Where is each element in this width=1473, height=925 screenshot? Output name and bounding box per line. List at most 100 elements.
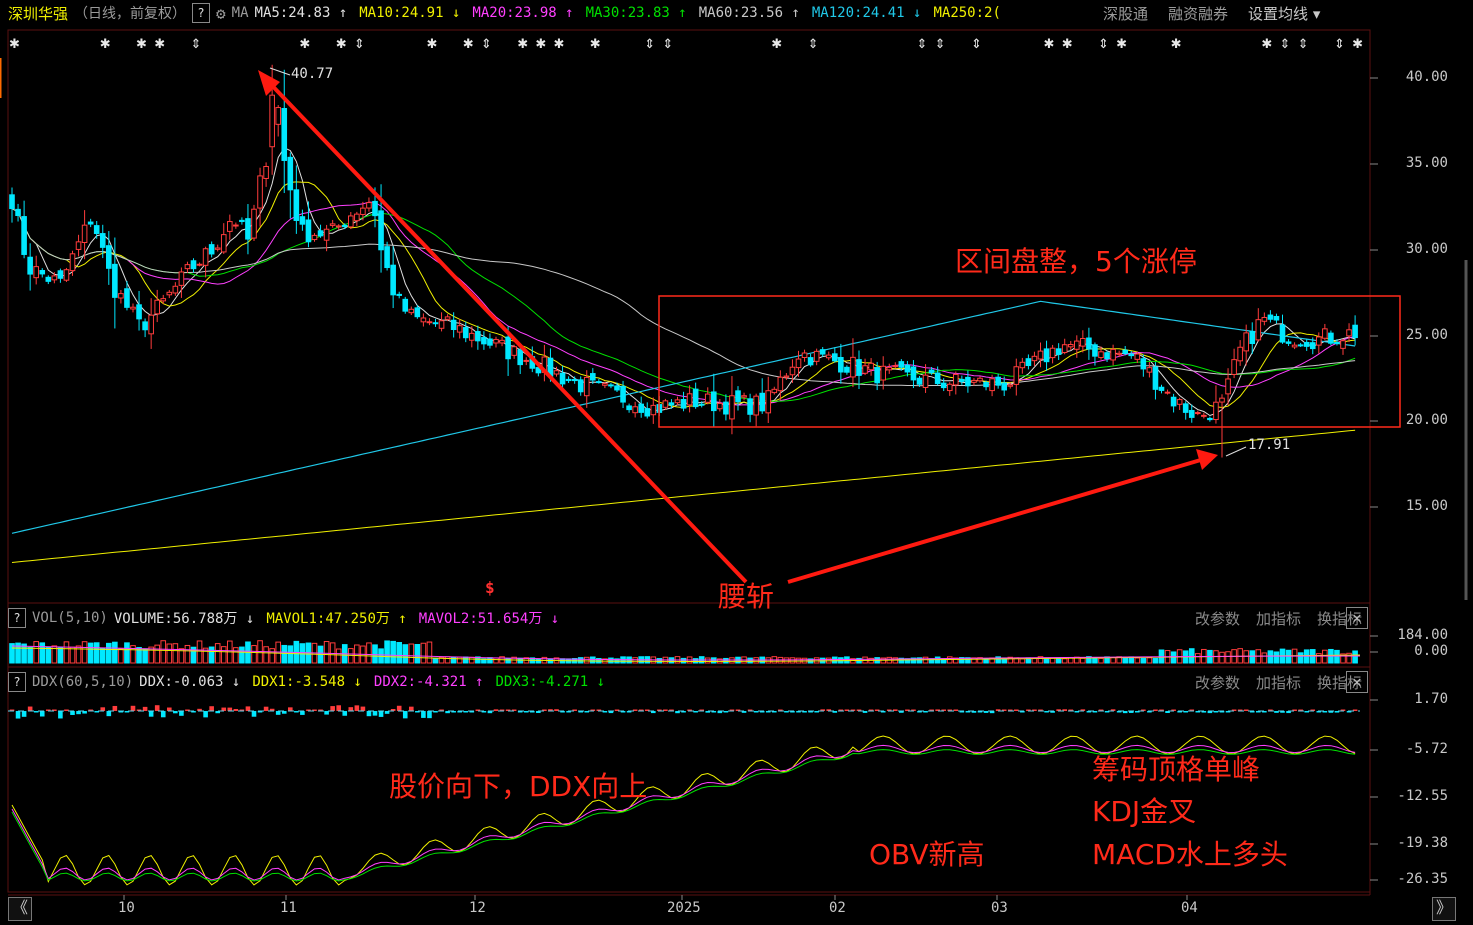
candle-down [1328, 332, 1334, 344]
candle-up [311, 234, 318, 241]
vol-value-0: VOLUME:56.788万 ↓ [113, 611, 255, 627]
x-tick-2025: 2025 [667, 900, 701, 916]
candle-up [971, 379, 977, 383]
ddx-close-icon[interactable]: ✕ [1346, 671, 1368, 693]
volume-bar [281, 644, 288, 664]
volume-bar [1061, 658, 1068, 664]
volume-bar [233, 647, 239, 664]
event-flag: ✱ [1062, 37, 1073, 52]
ddx-indicator-name[interactable]: DDX(60,5,10) [32, 674, 133, 690]
link-margin-trading[interactable]: 融资融券 [1168, 3, 1228, 24]
candle-down [93, 225, 100, 235]
candle-down [590, 373, 596, 381]
candle-down [1267, 314, 1274, 320]
candle-up [1237, 346, 1243, 362]
stock-name[interactable]: 深圳华强 [8, 3, 68, 24]
event-marker[interactable]: $ [485, 578, 495, 597]
candle-down [287, 156, 294, 191]
ddx-help-button[interactable]: ? [8, 672, 26, 692]
x-tick-apr: 04 [1181, 900, 1198, 916]
vol-add-indicator-button[interactable]: 加指标 [1256, 608, 1301, 629]
vol-help-button[interactable]: ? [8, 608, 26, 628]
vol-tools: 改参数 加指标 换指标 [1195, 605, 1362, 631]
ddx-bar [154, 705, 160, 711]
candle-up [184, 264, 191, 270]
volume-bar [69, 646, 76, 664]
ddx-bar [15, 711, 21, 719]
event-flag: ⇕ [481, 37, 492, 52]
candle-down [668, 402, 675, 406]
ddx-trend-arrow: ↓ [231, 674, 241, 690]
event-flag: ✱ [517, 37, 528, 52]
volume-bar [366, 642, 372, 664]
volume-bar [983, 658, 989, 664]
volume-bar [1249, 650, 1256, 664]
candle-down [372, 200, 378, 217]
volume-bar [535, 658, 542, 664]
volume-bar [1219, 651, 1225, 664]
ddx-bar [1243, 709, 1249, 711]
candle-up [1176, 399, 1183, 405]
event-flag: ✱ [1116, 37, 1127, 52]
ddx-bar [288, 707, 293, 711]
candle-down [1055, 348, 1062, 355]
ma-indicator-label[interactable]: MA [232, 5, 249, 21]
candle-down [904, 364, 911, 373]
scroll-left-button[interactable]: 《 [8, 897, 32, 921]
volume-bar [39, 642, 46, 664]
volume-bar [1243, 650, 1250, 664]
help-button[interactable]: ? [192, 3, 211, 23]
scroll-right-button[interactable]: 》 [1432, 897, 1456, 921]
ddx-bar [366, 711, 372, 717]
volume-bar [590, 656, 596, 664]
volume-bar [396, 642, 402, 664]
candle-up [886, 367, 893, 371]
x-tick-dec: 12 [469, 900, 486, 916]
link-shenzhen-connect[interactable]: 深股通 [1103, 3, 1148, 24]
candle-up [366, 202, 372, 209]
candle-down [136, 304, 142, 320]
candle-up [1013, 366, 1020, 385]
volume-bar [196, 640, 203, 664]
ddx-value-1: DDX1:-3.548 ↓ [252, 674, 362, 690]
candle-down [57, 270, 64, 279]
candle-down [21, 216, 27, 255]
price-tick-label: 25.00 [1405, 327, 1448, 343]
volume-bar [1195, 653, 1201, 664]
volume-bar [106, 642, 112, 664]
ddx-values: DDX:-0.063 ↓ DDX1:-3.548 ↓ DDX2:-4.321 ↑ DD… [139, 674, 617, 690]
candle-down [995, 376, 1001, 386]
event-flag: ✱ [1171, 37, 1182, 52]
candle-up [1201, 414, 1207, 417]
candle-up [1080, 338, 1086, 347]
vol-close-icon[interactable]: ✕ [1346, 607, 1368, 629]
candle-up [523, 359, 530, 362]
ddx-edit-params-button[interactable]: 改参数 [1195, 672, 1240, 693]
gear-icon[interactable]: ⚙ [216, 4, 226, 23]
candle-up [765, 390, 772, 414]
candle-down [1182, 403, 1189, 413]
candle-up [257, 175, 263, 209]
candle-down [565, 378, 572, 382]
candle-up [130, 306, 136, 310]
candle-down [559, 372, 566, 385]
ddx-bar [1213, 711, 1219, 713]
event-flag: ✱ [426, 37, 437, 52]
volume-bar [1297, 652, 1304, 664]
candle-down [638, 403, 645, 413]
candle-down [807, 357, 814, 366]
vol-trend-arrow: ↑ [398, 611, 407, 627]
candle-up [275, 107, 281, 125]
ddx-add-indicator-button[interactable]: 加指标 [1256, 672, 1301, 693]
ma-settings-button[interactable]: 设置均线 ▾ [1248, 3, 1320, 24]
candle-down [838, 356, 844, 373]
candle-down [1279, 324, 1286, 343]
candle-up [148, 314, 154, 335]
candle-down [1352, 324, 1358, 339]
candle-down [1188, 409, 1195, 418]
candle-up [686, 393, 693, 406]
vol-indicator-name[interactable]: VOL(5,10) [32, 610, 108, 626]
ddx-bar [324, 711, 329, 715]
vol-edit-params-button[interactable]: 改参数 [1195, 608, 1240, 629]
ddx-bar [463, 711, 469, 713]
